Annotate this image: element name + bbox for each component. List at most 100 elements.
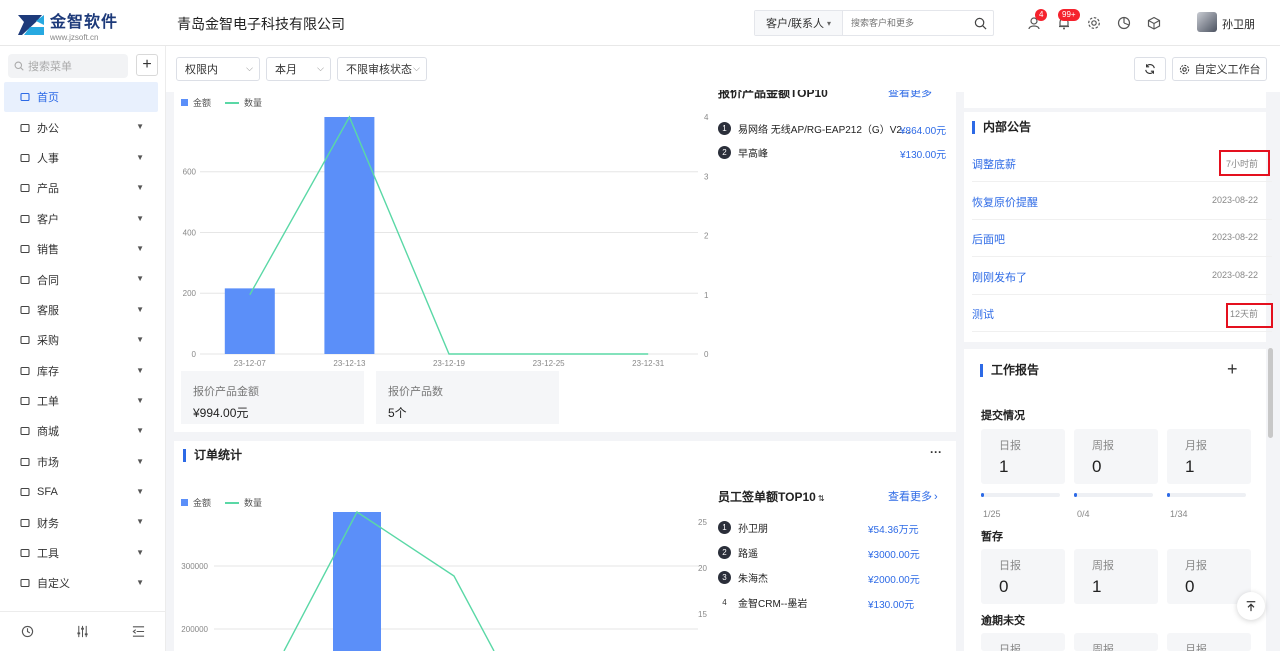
sidebar-item[interactable]: 商城 ▼ — [0, 416, 166, 446]
chevron-down-icon: ▼ — [136, 183, 144, 193]
stat-value: 5个 — [388, 406, 407, 420]
page-scrollbar[interactable] — [1268, 348, 1273, 438]
period-select-value: 本月 — [275, 64, 297, 76]
sidebar-item[interactable]: 财务 ▼ — [0, 507, 166, 537]
sidebar-item[interactable]: 首页 — [4, 82, 158, 113]
sliders-icon[interactable] — [76, 625, 89, 638]
sidebar-item[interactable]: 合同 ▼ — [0, 264, 166, 294]
notification-badge: 99+ — [1058, 9, 1080, 21]
search-input[interactable] — [843, 11, 967, 35]
report-type-label: 日报 — [999, 440, 1021, 452]
announcement-title[interactable]: 后面吧 — [972, 231, 1005, 247]
sidebar-item[interactable]: 销售 ▼ — [0, 234, 166, 264]
sidebar-item[interactable]: 工具 ▼ — [0, 538, 166, 568]
y-tick-label: 600 — [183, 168, 197, 177]
sidebar-item-label: 财务 — [37, 517, 59, 530]
sidebar-item-label: 销售 — [37, 244, 59, 257]
quote-count-stat: 报价产品数 5个 — [376, 371, 559, 424]
overdue-weekly[interactable]: 周报 — [1074, 633, 1158, 651]
back-to-top-button[interactable] — [1237, 592, 1265, 620]
sidebar-item[interactable]: 库存 ▼ — [0, 356, 166, 386]
ranking-row[interactable]: 3 朱海杰 — [718, 569, 768, 585]
sidebar-item[interactable]: 办公 ▼ — [0, 112, 166, 142]
ranking-item-name: 早高峰 — [738, 148, 768, 160]
audit-status-select[interactable]: 不限审核状态 ⌵ — [337, 57, 427, 81]
order-statistics-card: 订单统计 ··· 金额 数量 200000 300000 15 20 25 员工签单额T… — [174, 441, 956, 651]
company-name: 青岛金智电子科技有限公司 — [177, 16, 345, 32]
more-options-icon[interactable]: ··· — [930, 445, 942, 459]
search-type-select[interactable]: 客户/联系人 ▾ — [755, 11, 843, 35]
announcement-title[interactable]: 调整底薪 — [972, 156, 1016, 172]
statistics-button[interactable] — [1115, 14, 1133, 32]
sidebar-item[interactable]: SFA ▼ — [0, 477, 166, 507]
y-tick-label: 400 — [183, 228, 197, 237]
announcement-item[interactable]: 刚刚发布了 2023-08-22 — [972, 258, 1272, 295]
chevron-down-icon: ▼ — [136, 365, 144, 375]
audit-status-value: 不限审核状态 — [346, 64, 412, 76]
ranking-item-name: 孙卫朋 — [738, 523, 768, 535]
quote-more-link[interactable]: 查看更多 — [888, 90, 938, 100]
report-type-label: 月报 — [1185, 440, 1207, 452]
announcement-title[interactable]: 测试 — [972, 306, 994, 322]
sidebar-item[interactable]: 工单 ▼ — [0, 386, 166, 416]
order-ranking-title: 员工签单额TOP10 ⇅ — [718, 488, 825, 505]
scope-select[interactable]: 权限内 ⌵ — [176, 57, 260, 81]
search-type-label: 客户/联系人 — [765, 18, 825, 30]
gear-icon — [1088, 17, 1100, 29]
history-icon[interactable] — [21, 625, 34, 638]
collapse-menu-icon[interactable] — [132, 625, 145, 638]
settings-button[interactable] — [1085, 14, 1103, 32]
sidebar-item[interactable]: 采购 ▼ — [0, 325, 166, 355]
logo[interactable]: 金智软件 www.jzsoft.cn — [16, 8, 118, 42]
period-select[interactable]: 本月 ⌵ — [266, 57, 331, 81]
username[interactable]: 孙卫朋 — [1222, 16, 1255, 32]
plus-icon: + — [142, 56, 152, 73]
sidebar-item-label: 办公 — [37, 122, 59, 135]
draft-weekly[interactable]: 周报 1 — [1074, 549, 1158, 604]
ranking-row[interactable]: 2 路遥 — [718, 544, 758, 560]
submitted-weekly[interactable]: 周报 0 — [1074, 429, 1158, 484]
sidebar-footer — [0, 611, 166, 651]
announcement-item[interactable]: 后面吧 2023-08-22 — [972, 220, 1272, 257]
sidebar-item[interactable]: 客户 ▼ — [0, 204, 166, 234]
sidebar-item[interactable]: 人事 ▼ — [0, 143, 166, 173]
announcement-title[interactable]: 刚刚发布了 — [972, 269, 1027, 285]
draft-daily[interactable]: 日报 0 — [981, 549, 1065, 604]
submitted-daily[interactable]: 日报 1 — [981, 429, 1065, 484]
sidebar-item-label: SFA — [37, 486, 58, 499]
order-more-link[interactable]: 查看更多 › — [888, 488, 938, 504]
sidebar-item[interactable]: 客服 ▼ — [0, 295, 166, 325]
menu-search-input[interactable]: 搜索菜单 — [8, 54, 128, 78]
ranking-row[interactable]: 1 孙卫朋 — [718, 519, 768, 535]
announcement-item[interactable]: 恢复原价提醒 2023-08-22 — [972, 183, 1272, 220]
overdue-daily[interactable]: 日报 — [981, 633, 1065, 651]
sidebar-item[interactable]: 自定义 ▼ — [0, 568, 166, 598]
sidebar-item-label: 首页 — [37, 92, 59, 105]
ranking-row[interactable]: 2 早高峰 — [718, 144, 768, 160]
logo-name: 金智软件 — [50, 14, 119, 31]
draft-section-label: 暂存 — [981, 531, 1003, 543]
sidebar-item[interactable]: 市场 ▼ — [0, 447, 166, 477]
order-ranking-title-text: 员工签单额TOP10 — [718, 490, 816, 504]
avatar[interactable] — [1197, 12, 1217, 32]
y-right-tick-label: 1 — [704, 291, 709, 300]
customize-workbench-button[interactable]: 自定义工作台 — [1172, 57, 1267, 81]
chevron-right-icon: › — [934, 491, 938, 503]
draft-monthly[interactable]: 月报 0 — [1167, 549, 1251, 604]
y-right-tick-label: 4 — [704, 113, 709, 122]
document-icon — [20, 275, 30, 284]
refresh-button[interactable] — [1134, 57, 1166, 81]
add-report-button[interactable]: + — [1227, 359, 1238, 380]
overdue-monthly[interactable]: 月报 — [1167, 633, 1251, 651]
sidebar-item[interactable]: 产品 ▼ — [0, 173, 166, 203]
daily-progress-bar — [981, 493, 1060, 497]
search-button[interactable] — [967, 11, 993, 35]
apps-button[interactable] — [1145, 14, 1163, 32]
submitted-monthly[interactable]: 月报 1 — [1167, 429, 1251, 484]
ranking-row[interactable]: 4 金智CRM--墨岩 — [718, 594, 807, 610]
add-menu-button[interactable]: + — [136, 54, 158, 76]
x-tick-label: 23-12-07 — [234, 359, 267, 368]
sidebar-item-label: 客户 — [37, 213, 59, 226]
ranking-row[interactable]: 1 易网络 无线AP/RG-EAP212（G）V2... — [718, 120, 910, 136]
announcement-title[interactable]: 恢复原价提醒 — [972, 194, 1038, 210]
